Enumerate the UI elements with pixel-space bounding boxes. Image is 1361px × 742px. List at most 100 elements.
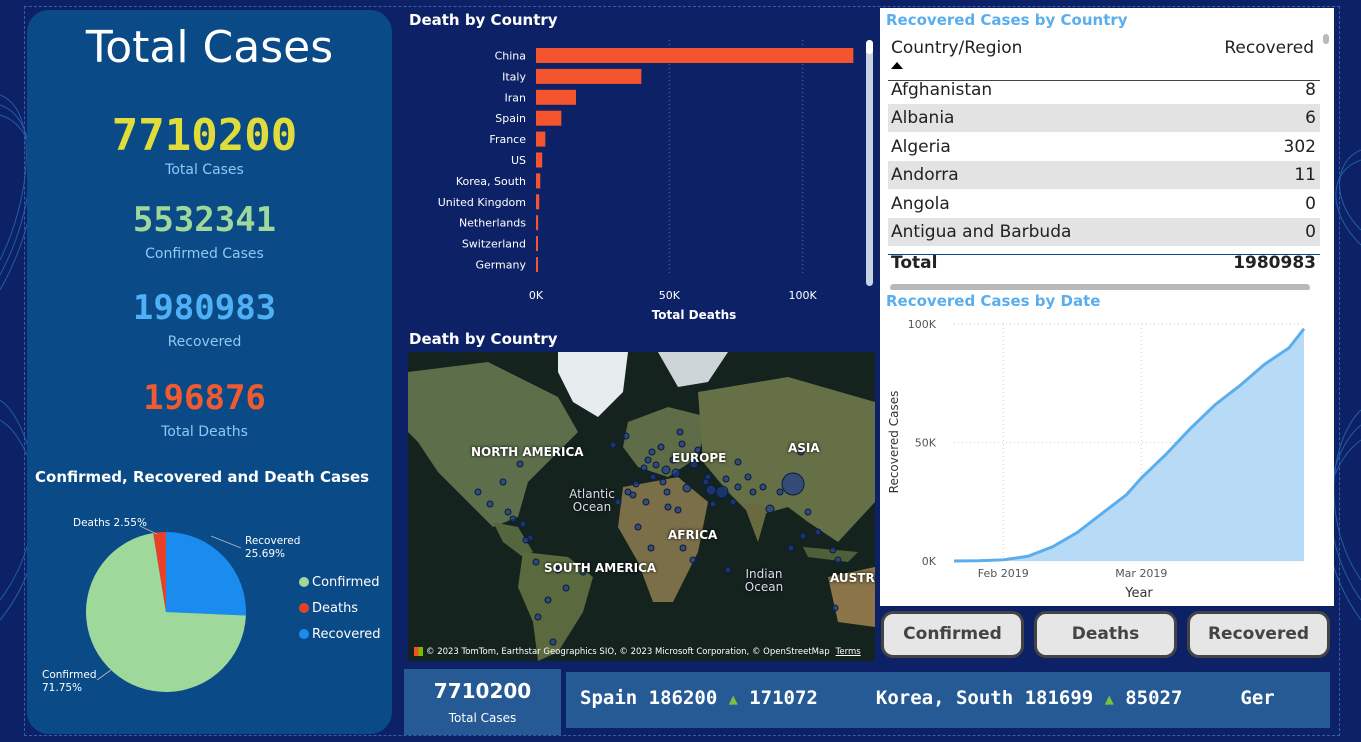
map-bubble[interactable] xyxy=(834,556,842,564)
legend-label[interactable]: Deaths xyxy=(312,601,358,616)
table-row[interactable]: Angola 0 xyxy=(888,190,1320,218)
map-bubble[interactable] xyxy=(640,464,648,472)
map-bubble[interactable] xyxy=(676,428,684,436)
map-bubble[interactable] xyxy=(649,473,657,481)
map-bubble[interactable] xyxy=(705,484,717,496)
legend-label[interactable]: Recovered xyxy=(312,627,381,642)
area-chart[interactable]: 0K 50K 100K Feb 2019 Mar 2019 Year Recovered C… xyxy=(880,290,1334,606)
recovered-button[interactable]: Recovered xyxy=(1187,611,1330,658)
map-bubble[interactable] xyxy=(509,515,517,523)
map-bubble[interactable] xyxy=(724,566,732,574)
table-row[interactable]: Antigua and Barbuda 0 xyxy=(888,218,1320,246)
bar[interactable] xyxy=(536,131,546,147)
map-bubble[interactable] xyxy=(814,528,822,536)
map-terms-link[interactable]: Terms xyxy=(836,647,861,657)
map-bubble[interactable] xyxy=(534,613,542,621)
bar[interactable] xyxy=(536,173,541,189)
map-bubble[interactable] xyxy=(689,556,697,564)
bar[interactable] xyxy=(536,257,538,272)
column-header-recovered[interactable]: Recovered xyxy=(1224,38,1314,58)
map-bubble[interactable] xyxy=(709,500,717,508)
map-bubble[interactable] xyxy=(532,558,540,566)
bar[interactable] xyxy=(536,215,539,231)
bar-chart-scroll-thumb[interactable] xyxy=(866,40,873,54)
map-bubble[interactable] xyxy=(474,488,482,496)
map-bubble[interactable] xyxy=(661,465,671,475)
map-bubble[interactable] xyxy=(734,483,742,491)
bar[interactable] xyxy=(536,236,538,252)
map-bubble[interactable] xyxy=(664,503,672,511)
map-bubble[interactable] xyxy=(499,478,507,486)
map-bubble[interactable] xyxy=(678,440,686,448)
map-bubble[interactable] xyxy=(663,488,671,496)
map-bubble[interactable] xyxy=(562,584,570,592)
map-label-australia: AUSTRA xyxy=(830,571,875,585)
map-bubble[interactable] xyxy=(749,488,757,496)
map-bubble[interactable] xyxy=(519,520,527,528)
map-bubble[interactable] xyxy=(516,460,524,468)
map-bubble[interactable] xyxy=(759,483,767,491)
map-bubble[interactable] xyxy=(804,508,812,516)
map-bubble[interactable] xyxy=(765,504,775,514)
map-bubble[interactable] xyxy=(622,432,630,440)
map-bubble[interactable] xyxy=(609,441,617,449)
bar[interactable] xyxy=(536,68,642,84)
map-bubble[interactable] xyxy=(647,544,655,552)
total-label: Total xyxy=(891,253,938,273)
table-row[interactable]: Algeria 302 xyxy=(888,133,1320,161)
map-bubble[interactable] xyxy=(544,596,552,604)
map-bubble[interactable] xyxy=(829,546,837,554)
map-bubble[interactable] xyxy=(648,448,656,456)
bar[interactable] xyxy=(536,89,576,105)
recovered-by-date-panel: Recovered Cases by Date 0K 50K 100K Feb 201… xyxy=(880,290,1334,606)
map-bubble[interactable] xyxy=(722,475,730,483)
map-bubble[interactable] xyxy=(781,472,805,496)
map-bubble[interactable] xyxy=(776,488,784,496)
map-bubble[interactable] xyxy=(624,488,632,496)
map-bubble[interactable] xyxy=(522,536,530,544)
bar-chart-scrollbar[interactable] xyxy=(866,40,873,286)
table-row[interactable]: Andorra 11 xyxy=(888,161,1320,189)
world-map[interactable]: NORTH AMERICA EUROPE ASIA AFRICA SOUTH A… xyxy=(408,352,875,661)
map-bubble[interactable] xyxy=(679,544,687,552)
map-bubble[interactable] xyxy=(504,508,512,516)
map-bubble[interactable] xyxy=(787,544,795,552)
recovered-by-country-table[interactable]: Recovered Cases by Country Country/Regio… xyxy=(880,8,1334,291)
map-bubble[interactable] xyxy=(486,500,494,508)
map-bubble[interactable] xyxy=(634,523,642,531)
map-bubble[interactable] xyxy=(674,506,682,514)
pie-slice[interactable] xyxy=(166,532,247,616)
bar[interactable] xyxy=(536,152,543,168)
map-bubble[interactable] xyxy=(659,478,667,486)
pie-chart[interactable]: Recovered 25.69% Deaths 2.55% Confirmed 71.7… xyxy=(27,490,392,730)
map-bubble[interactable] xyxy=(644,456,652,464)
confirmed-button[interactable]: Confirmed xyxy=(881,611,1024,658)
map-bubble[interactable] xyxy=(652,461,660,469)
ticker-item: Ger xyxy=(1240,687,1274,709)
map-bubble[interactable] xyxy=(549,638,557,646)
column-header-country[interactable]: Country/Region xyxy=(891,38,1022,58)
map-bubble[interactable] xyxy=(715,485,729,499)
map-bubble[interactable] xyxy=(729,498,737,506)
map-bubble[interactable] xyxy=(831,604,839,612)
table-row[interactable]: Afghanistan 8 xyxy=(888,76,1320,104)
map-bubbles[interactable] xyxy=(408,352,875,661)
table-vertical-scrollbar[interactable] xyxy=(1323,34,1329,44)
bar[interactable] xyxy=(536,194,540,210)
bar-chart[interactable]: 0K 50K 100K China Italy Iran Spain France US Kore… xyxy=(408,36,878,326)
table-row[interactable]: Albania 6 xyxy=(888,104,1320,132)
bar[interactable] xyxy=(536,48,854,63)
map-bubble[interactable] xyxy=(734,458,742,466)
map-bubble[interactable] xyxy=(671,468,681,478)
bar[interactable] xyxy=(536,110,562,126)
map-bubble[interactable] xyxy=(744,473,752,481)
map-bubble[interactable] xyxy=(632,480,640,488)
legend-label[interactable]: Confirmed xyxy=(312,575,380,590)
map-bubble[interactable] xyxy=(642,498,650,506)
map-bubble[interactable] xyxy=(702,478,710,486)
sort-ascending-icon[interactable] xyxy=(891,62,903,69)
map-bubble[interactable] xyxy=(682,483,692,493)
deaths-button[interactable]: Deaths xyxy=(1034,611,1177,658)
map-bubble[interactable] xyxy=(799,532,807,540)
map-bubble[interactable] xyxy=(657,443,665,451)
